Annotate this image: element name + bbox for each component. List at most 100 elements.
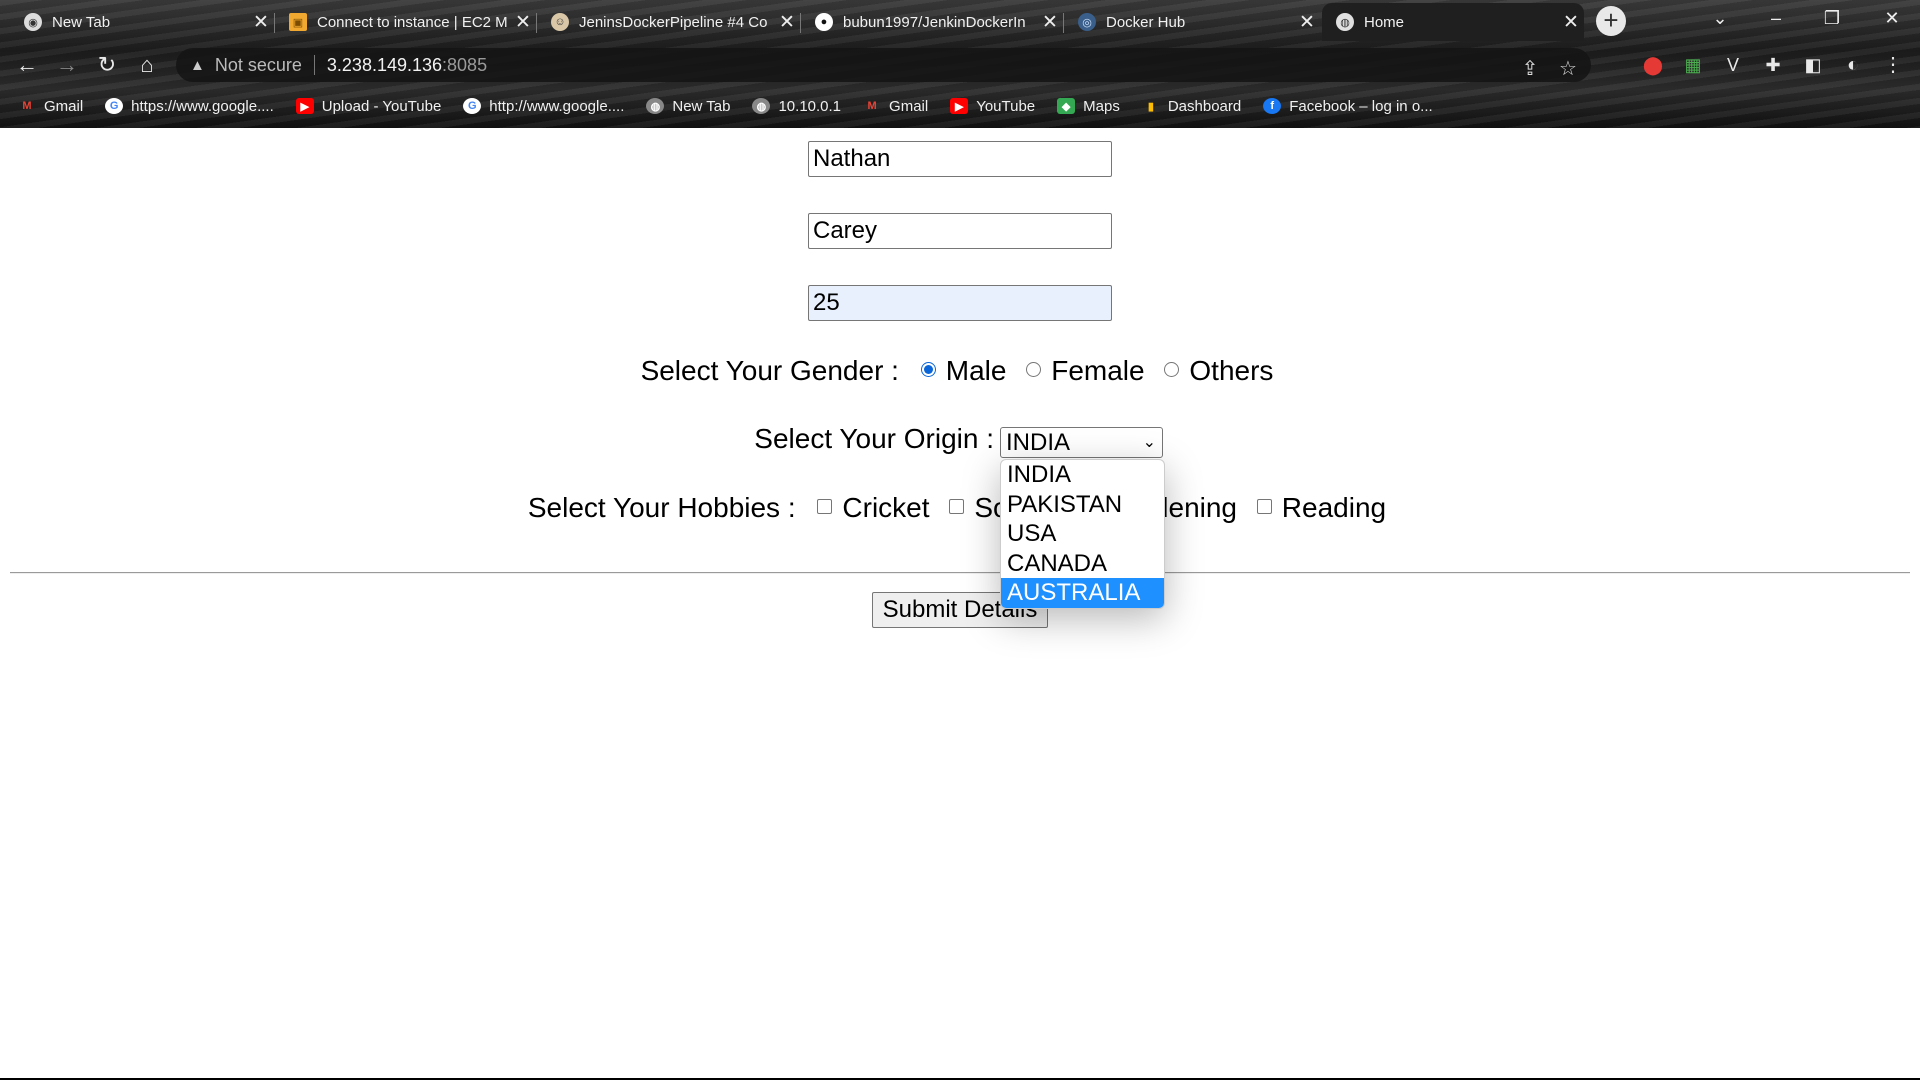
bookmark-star-icon[interactable]: ☆ [1553, 56, 1583, 81]
origin-label: Select Your Origin : [754, 423, 994, 454]
origin-label-row: Select Your Origin : [0, 423, 994, 455]
globe-icon: ◍ [752, 98, 771, 114]
bookmark-10-10-0-1[interactable]: ◍ 10.10.0.1 [752, 98, 841, 115]
extensions-puzzle-icon[interactable]: ✚ [1758, 50, 1788, 80]
hobby-option-label: Cricket [842, 492, 930, 523]
gmail-icon: M [867, 100, 877, 112]
close-tab-icon[interactable]: ✕ [774, 11, 800, 34]
gender-radio-female[interactable] [1026, 362, 1042, 378]
origin-option-canada[interactable]: CANADA [1001, 549, 1164, 579]
tab-title: New Tab [52, 13, 111, 31]
extension-red-icon[interactable]: ⬤ [1638, 50, 1668, 80]
dashboard-icon: ▮ [1147, 100, 1154, 113]
hobby-option-label: Reading [1281, 492, 1387, 523]
tab-home[interactable]: ◍ Home ✕ [1322, 3, 1584, 41]
tab-new-tab[interactable]: ◉ New Tab ✕ [10, 3, 275, 41]
tab-connect-instance[interactable]: ▣ Connect to instance | EC2 M ✕ [275, 3, 537, 41]
maps-icon: ◆ [1057, 98, 1076, 114]
tab-title: bubun1997/JenkinDockerIn [843, 13, 1026, 31]
globe-icon: ◍ [1336, 13, 1354, 31]
minimize-icon[interactable]: – [1748, 0, 1804, 36]
tab-docker-hub[interactable]: ◎ Docker Hub ✕ [1064, 3, 1320, 41]
profile-avatar-icon[interactable]: ◐ [1838, 50, 1868, 80]
extension-v-icon[interactable]: V [1718, 50, 1748, 80]
address-bar[interactable]: ▲ Not secure 3.238.149.136 :8085 ⇪ ☆ [176, 48, 1591, 82]
google-icon: G [463, 98, 482, 114]
warning-icon[interactable]: ▲ [190, 57, 205, 74]
youtube-icon: ▶ [295, 98, 314, 114]
url-port: :8085 [442, 54, 488, 75]
forward-icon[interactable]: → [52, 50, 82, 80]
chevron-down-icon: ⌄ [1142, 434, 1156, 451]
side-panel-icon[interactable]: ◧ [1798, 50, 1828, 80]
hobby-checkbox-reading[interactable] [1256, 499, 1272, 515]
browser-toolbar: ← → ↻ ⌂ ▲ Not secure 3.238.149.136 :8085… [0, 42, 1920, 88]
origin-dropdown-list[interactable]: INDIA PAKISTAN USA CANADA AUSTRALIA [1000, 459, 1165, 609]
security-status[interactable]: Not secure [215, 55, 302, 76]
tab-search-icon[interactable]: ⌄ [1692, 0, 1748, 36]
last-name-input[interactable] [808, 213, 1112, 249]
gender-row: Select Your Gender : Male Female Others [0, 355, 1920, 387]
url-host: 3.238.149.136 [326, 54, 443, 75]
hobby-checkbox-soccer[interactable] [949, 499, 965, 515]
google-icon: G [105, 98, 124, 114]
chrome-icon: ◉ [24, 13, 42, 31]
gender-option-label: Male [945, 355, 1007, 386]
tab-title: Connect to instance | EC2 M [317, 13, 508, 31]
close-tab-icon[interactable]: ✕ [1294, 11, 1320, 34]
menu-kebab-icon[interactable]: ⋮ [1878, 50, 1908, 80]
origin-option-india[interactable]: INDIA [1001, 460, 1164, 490]
origin-selected-value: INDIA [1006, 429, 1071, 456]
origin-option-australia[interactable]: AUSTRALIA [1001, 578, 1164, 608]
extension-color-icon[interactable]: ▦ [1678, 50, 1708, 80]
bookmark-youtube[interactable]: ▶ YouTube [950, 98, 1035, 115]
gender-radio-others[interactable] [1164, 362, 1180, 378]
docker-icon: ◎ [1078, 13, 1096, 31]
tab-title: Home [1364, 13, 1405, 31]
close-tab-icon[interactable]: ✕ [1558, 11, 1584, 34]
hobbies-label: Select Your Hobbies : [527, 492, 796, 523]
close-window-icon[interactable]: ✕ [1864, 0, 1920, 36]
aws-icon: ▣ [289, 13, 307, 31]
bookmark-new-tab[interactable]: ◍ New Tab [646, 98, 730, 115]
origin-select[interactable]: INDIA ⌄ [1000, 427, 1163, 458]
bookmarks-bar: M Gmail Ghttps://www.google.... ▶ Upload -… [0, 92, 1920, 120]
close-tab-icon[interactable]: ✕ [510, 11, 536, 34]
facebook-icon: f [1263, 98, 1282, 114]
tab-github-repo[interactable]: ● bubun1997/JenkinDockerIn ✕ [801, 3, 1064, 41]
origin-option-usa[interactable]: USA [1001, 519, 1164, 549]
hobby-checkbox-cricket[interactable] [817, 499, 833, 515]
bookmark-facebook[interactable]: f Facebook – log in o... [1263, 98, 1433, 115]
bookmark-google-https[interactable]: Ghttps://www.google.... [105, 98, 274, 115]
bookmark-gmail-2[interactable]: M Gmail [863, 98, 928, 115]
bookmark-upload-youtube[interactable]: ▶ Upload - YouTube [295, 98, 441, 115]
tab-jenkins-pipeline[interactable]: ☺ JeninsDockerPipeline #4 Co ✕ [537, 3, 801, 41]
tab-strip: ◉ New Tab ✕ ▣ Connect to instance | EC2 … [0, 0, 1920, 42]
bookmark-dashboard[interactable]: ▮ Dashboard [1142, 98, 1241, 115]
new-tab-button[interactable]: + [1596, 6, 1626, 36]
close-tab-icon[interactable]: ✕ [248, 11, 274, 34]
tab-title: JeninsDockerPipeline #4 Co [579, 13, 768, 31]
gender-label: Select Your Gender : [640, 355, 899, 386]
close-tab-icon[interactable]: ✕ [1037, 11, 1063, 34]
divider-line [10, 572, 1910, 574]
tab-title: Docker Hub [1106, 13, 1186, 31]
github-icon: ● [815, 13, 833, 31]
youtube-icon: ▶ [950, 98, 969, 114]
restore-icon[interactable]: ❐ [1804, 0, 1860, 36]
gmail-icon: M [22, 100, 32, 112]
bookmark-google-http[interactable]: Ghttp://www.google.... [463, 98, 624, 115]
page-content: Select Your Gender : Male Female Others … [0, 128, 1920, 1080]
bookmark-gmail[interactable]: M Gmail [18, 98, 83, 115]
reload-icon[interactable]: ↻ [92, 50, 122, 80]
age-input[interactable] [808, 285, 1112, 321]
globe-icon: ◍ [646, 98, 665, 114]
first-name-input[interactable] [808, 141, 1112, 177]
bookmark-maps[interactable]: ◆ Maps [1057, 98, 1120, 115]
gender-option-label: Female [1051, 355, 1145, 386]
gender-radio-male[interactable] [920, 362, 936, 378]
share-icon[interactable]: ⇪ [1515, 56, 1545, 81]
origin-option-pakistan[interactable]: PAKISTAN [1001, 490, 1164, 520]
home-icon[interactable]: ⌂ [132, 50, 162, 80]
back-icon[interactable]: ← [12, 50, 42, 80]
